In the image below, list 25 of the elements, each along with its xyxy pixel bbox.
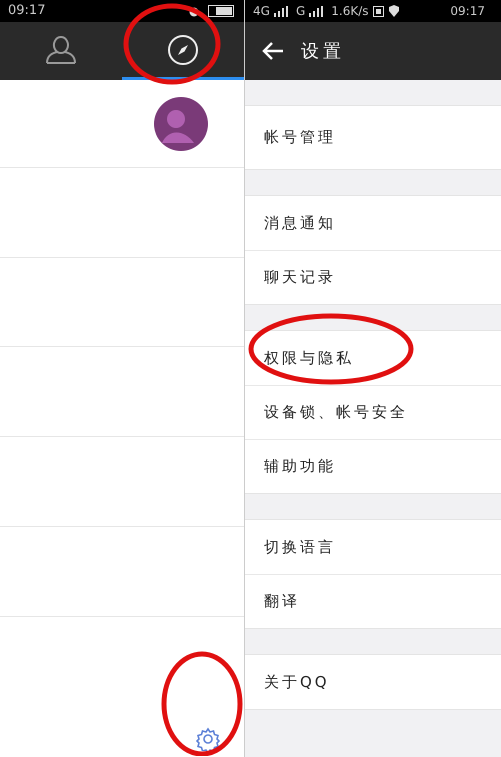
status-time: 09:17 bbox=[450, 3, 485, 20]
settings-item[interactable]: 翻译 bbox=[245, 574, 501, 628]
settings-item[interactable]: 权限与隐私 bbox=[245, 331, 501, 385]
back-arrow-icon[interactable] bbox=[261, 41, 285, 61]
compass-icon bbox=[167, 34, 199, 66]
settings-item[interactable]: 切换语言 bbox=[245, 520, 501, 574]
page-title: 设置 bbox=[301, 40, 345, 64]
settings-item[interactable]: 消息通知 bbox=[245, 196, 501, 250]
notification-icon bbox=[372, 6, 384, 16]
settings-item[interactable]: 聊天记录 bbox=[245, 250, 501, 304]
person-icon bbox=[44, 34, 78, 64]
speed-text: 1.6K/s bbox=[331, 3, 368, 20]
avatar[interactable] bbox=[154, 96, 208, 150]
battery-icon bbox=[208, 5, 236, 17]
network-label: 4G bbox=[253, 3, 270, 20]
settings-icon[interactable] bbox=[196, 727, 220, 751]
settings-item[interactable]: 关于QQ bbox=[245, 655, 501, 709]
network-label: G bbox=[296, 3, 306, 20]
settings-item[interactable]: 帐号管理 bbox=[245, 106, 501, 169]
shield-icon bbox=[388, 5, 400, 17]
settings-item[interactable]: 辅助功能 bbox=[245, 439, 501, 493]
signal-icon bbox=[274, 6, 288, 16]
status-time: 09:17 bbox=[8, 2, 46, 20]
signal-icon bbox=[309, 6, 324, 16]
settings-item[interactable]: 设备锁、帐号安全 bbox=[245, 385, 501, 439]
